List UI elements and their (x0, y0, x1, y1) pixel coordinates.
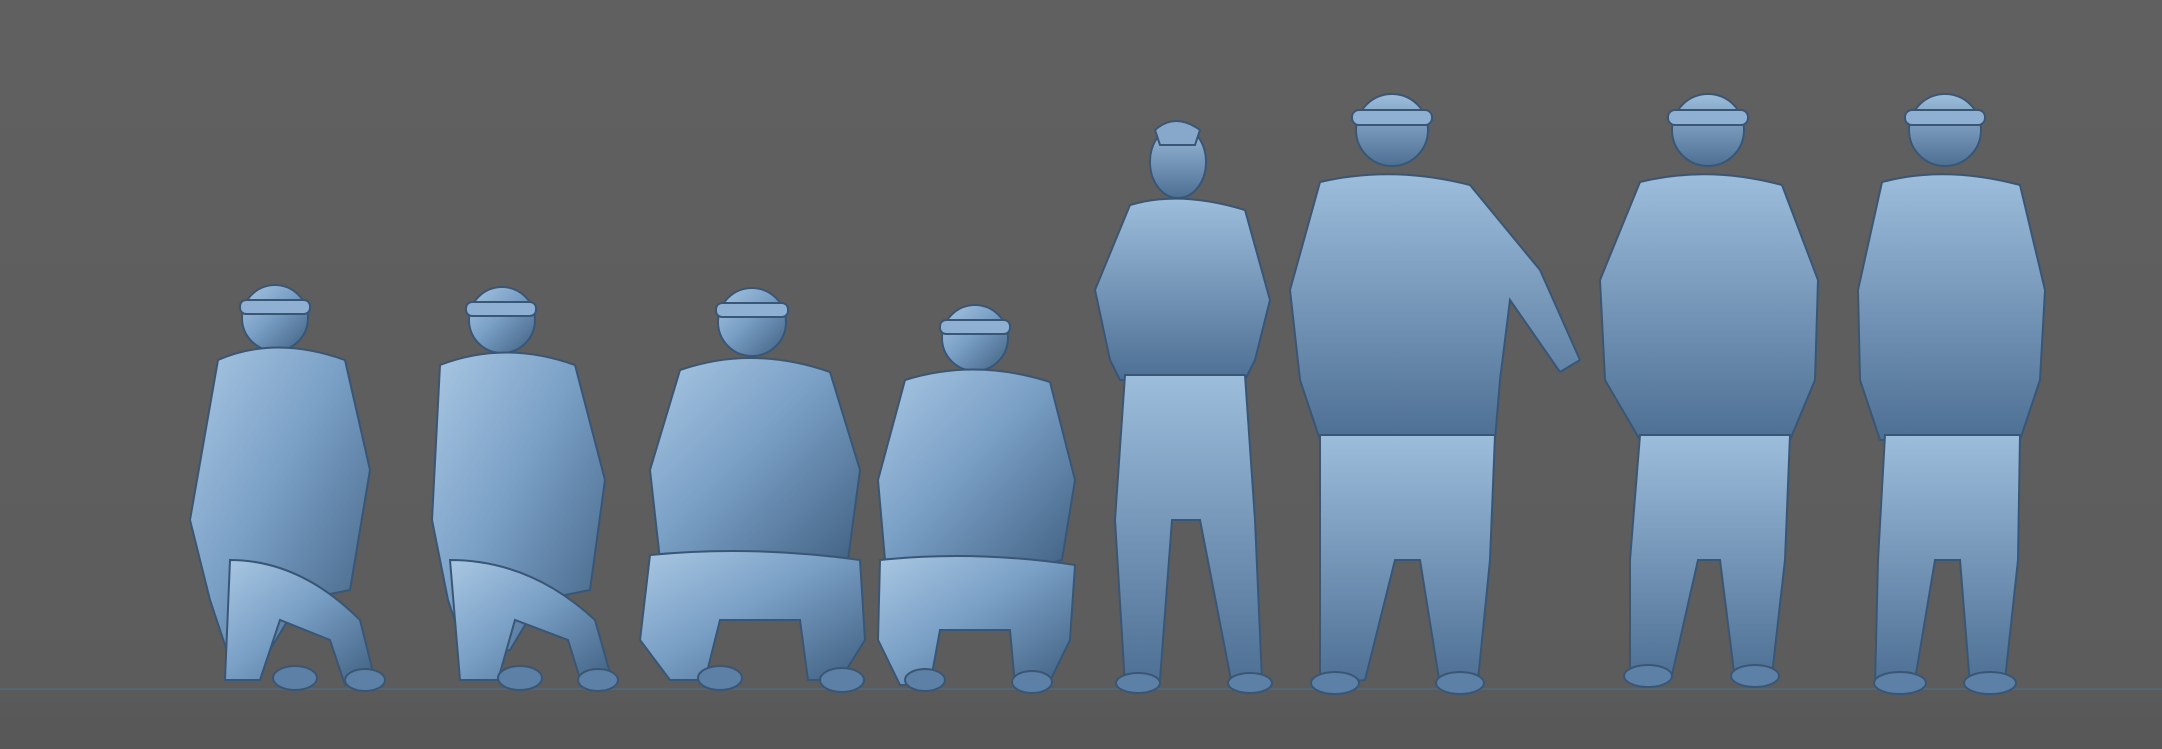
figure-standing-pilot-8[interactable] (1856, 93, 2047, 695)
figure-standing-pilot-7[interactable] (1598, 93, 1820, 688)
figure-crouching-pilot-3[interactable] (638, 287, 867, 693)
3d-viewport[interactable] (0, 0, 2162, 749)
figure-kneeling-pilot-1[interactable] (188, 284, 386, 692)
figure-standing-pilot-6[interactable] (1288, 93, 1582, 695)
figure-crouching-pilot-4[interactable] (876, 304, 1077, 694)
figure-standing-officer-5[interactable] (1093, 120, 1273, 694)
figure-kneeling-pilot-2[interactable] (430, 286, 619, 692)
figure-lineup (188, 93, 2047, 695)
